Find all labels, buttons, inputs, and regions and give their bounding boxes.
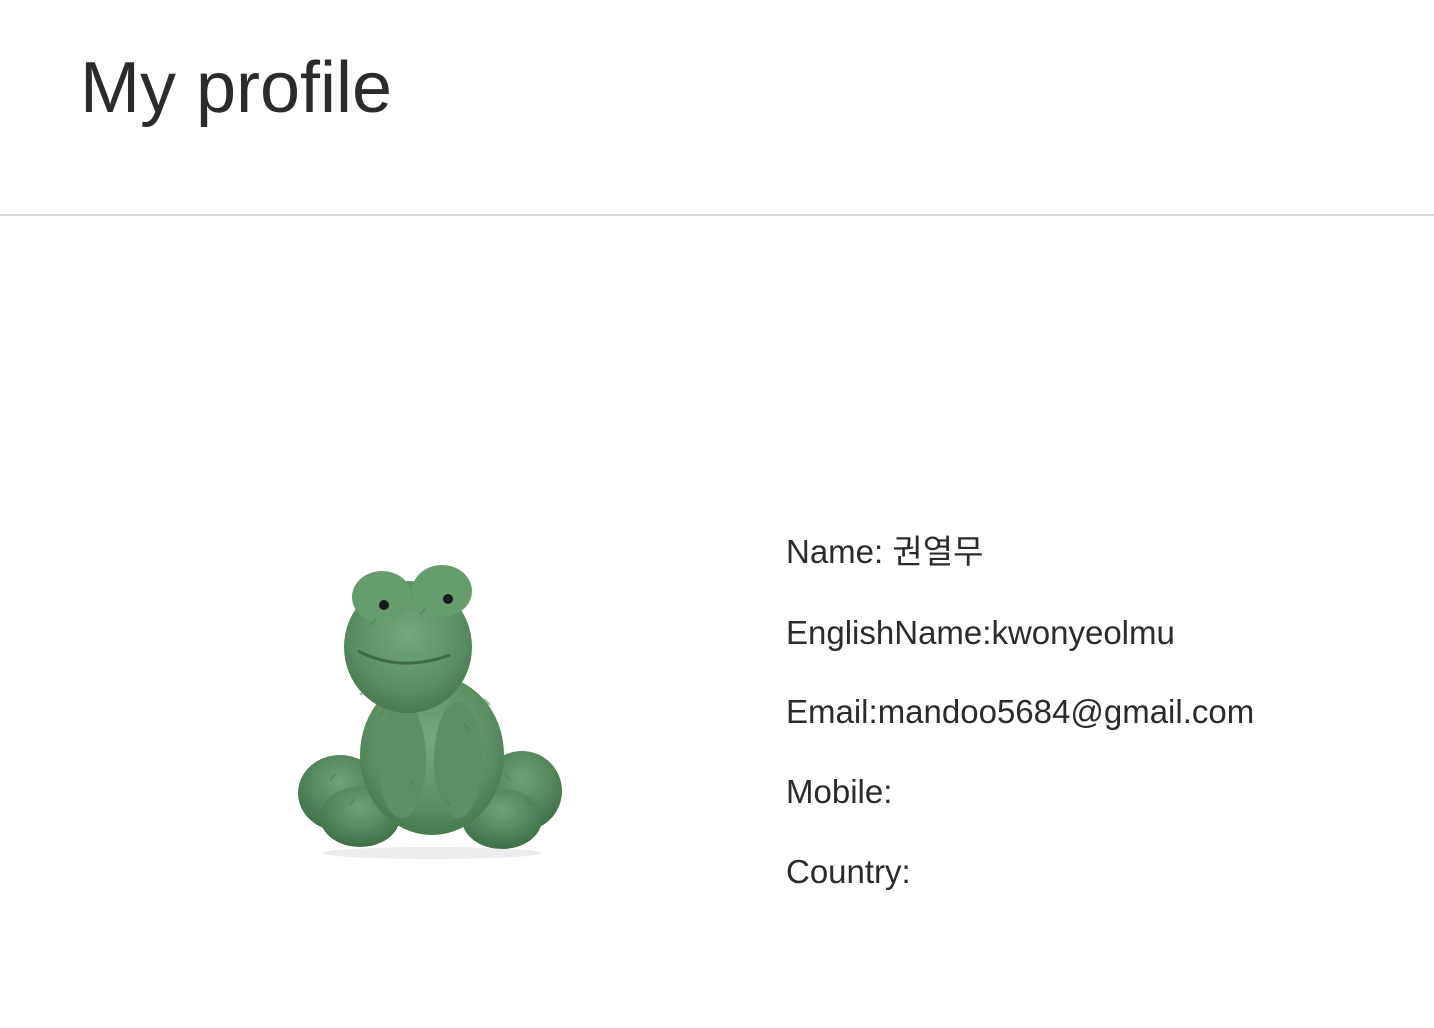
email-value: mandoo5684@gmail.com	[877, 693, 1255, 730]
country-label: Country:	[786, 853, 911, 890]
english-name-value: kwonyeolmu	[991, 614, 1175, 651]
page-header: My profile	[0, 0, 1434, 216]
profile-avatar	[290, 555, 575, 860]
profile-english-name-row: EnglishName:kwonyeolmu	[786, 611, 1175, 655]
profile-email-row: Email:mandoo5684@gmail.com	[786, 690, 1254, 734]
green-plush-frog-image	[298, 565, 562, 859]
english-name-label: EnglishName:	[786, 614, 992, 651]
name-label: Name:	[786, 533, 893, 570]
profile-name-row: Name: 권열무	[786, 530, 983, 574]
email-label: Email:	[786, 693, 878, 730]
profile-country-row: Country:	[786, 850, 911, 894]
profile-mobile-row: Mobile:	[786, 770, 892, 814]
mobile-label: Mobile:	[786, 773, 893, 810]
page-title: My profile	[80, 48, 393, 128]
name-value: 권열무	[892, 533, 984, 570]
